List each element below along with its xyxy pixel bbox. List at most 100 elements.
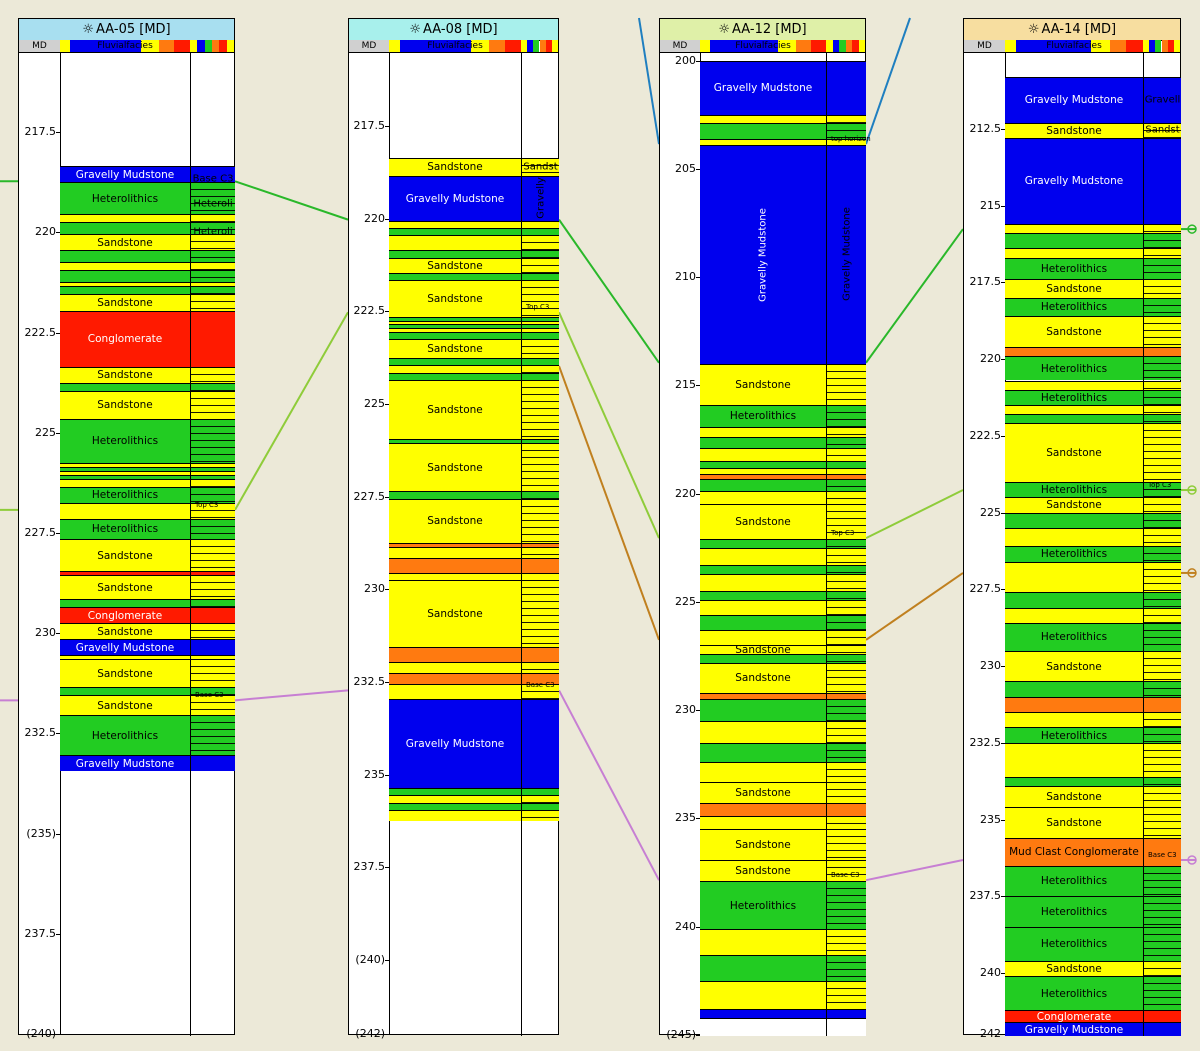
- facies-band-het[interactable]: Heterolithics: [1005, 927, 1143, 961]
- facies-band-het[interactable]: [389, 802, 521, 810]
- facies-band-sand[interactable]: [389, 683, 521, 699]
- facies-band-het[interactable]: [700, 539, 826, 548]
- facies-band-het[interactable]: [700, 742, 826, 763]
- facies-band-het[interactable]: [700, 699, 826, 721]
- facies-band-sand[interactable]: Sandstone: [700, 504, 826, 540]
- facies-band-orange[interactable]: [389, 646, 521, 662]
- well-header[interactable]: ☼ AA-12 [MD]: [660, 19, 865, 41]
- facies-band-het[interactable]: Heterolithics: [1005, 297, 1143, 317]
- facies-band-sand[interactable]: [700, 928, 826, 955]
- facies-band-sand[interactable]: Sandstone: [60, 390, 190, 419]
- facies-band-sand[interactable]: Sandstone: [1005, 423, 1143, 482]
- facies-band-het[interactable]: Heterolithics: [700, 881, 826, 929]
- facies-band-het[interactable]: Heterolithics: [700, 404, 826, 427]
- facies-band-orange[interactable]: [389, 672, 521, 684]
- facies-band-het[interactable]: Heterolithics: [1005, 389, 1143, 406]
- facies-band-het[interactable]: [60, 286, 190, 295]
- facies-band-sand[interactable]: Sandstone: [1005, 807, 1143, 838]
- facies-band-het[interactable]: [389, 331, 521, 340]
- facies-band-sand[interactable]: Sandstone: [389, 279, 521, 317]
- facies-band-sand[interactable]: Sandstone: [700, 829, 826, 860]
- facies-band-het[interactable]: [1005, 776, 1143, 786]
- facies-band-sand[interactable]: [700, 816, 826, 830]
- facies-band-het[interactable]: [389, 491, 521, 499]
- facies-band-sand[interactable]: Sandstone: [700, 644, 826, 656]
- horizon-correlation-line[interactable]: [234, 311, 349, 511]
- facies-band-sand[interactable]: [700, 491, 826, 505]
- facies-band-sand[interactable]: Sandstone: [60, 695, 190, 716]
- facies-band-het[interactable]: Heterolithics: [60, 715, 190, 756]
- facies-band-het[interactable]: [60, 687, 190, 696]
- facies-band-mud[interactable]: Gravelly Mudstone: [389, 698, 521, 788]
- facies-band-het[interactable]: [60, 270, 190, 283]
- facies-band-het[interactable]: Heterolithics: [1005, 257, 1143, 280]
- facies-band-het[interactable]: Heterolithics: [60, 182, 190, 215]
- horizon-correlation-line[interactable]: [558, 689, 660, 881]
- facies-band-sand[interactable]: Sandstone: [389, 443, 521, 492]
- facies-band-sand[interactable]: Sandstone: [60, 623, 190, 640]
- horizon-correlation-line[interactable]: [865, 572, 964, 641]
- well-panel-aa-12[interactable]: ☼ AA-12 [MD] MD Fluvialfacies 200 205 210 215…: [659, 18, 866, 1041]
- facies-band-sand[interactable]: Sandstone: [1005, 279, 1143, 298]
- facies-band-het[interactable]: [1005, 233, 1143, 249]
- facies-detail-track[interactable]: Sandst Gravelly: [521, 52, 559, 1036]
- facies-track[interactable]: Gravelly Mudstone Heterolithics Sandstone S…: [60, 52, 190, 1036]
- facies-band-sand[interactable]: [1005, 527, 1143, 547]
- well-panel-aa-05[interactable]: ☼ AA-05 [MD] MD Fluvialfacies 217.5 220 222.…: [18, 18, 235, 1040]
- horizon-correlation-line[interactable]: [234, 689, 349, 702]
- facies-band-sand[interactable]: [389, 661, 521, 673]
- facies-band-het[interactable]: Heterolithics: [1005, 546, 1143, 562]
- facies-band-sand[interactable]: Sandstone: [60, 234, 190, 251]
- horizon-correlation-line[interactable]: [865, 859, 964, 882]
- facies-band-het[interactable]: [389, 357, 521, 366]
- facies-band-sand[interactable]: Sandstone: [1005, 785, 1143, 808]
- facies-band-het[interactable]: [60, 250, 190, 263]
- horizon-correlation-line[interactable]: [234, 180, 349, 221]
- well-panel-aa-14[interactable]: ☼ AA-14 [MD] MD Fluvialfacies 212.5 215 217.…: [963, 18, 1181, 1040]
- facies-band-het[interactable]: [389, 272, 521, 280]
- facies-band-sand[interactable]: [700, 467, 826, 475]
- facies-band-sand[interactable]: [389, 809, 521, 822]
- facies-band-sand[interactable]: Sandstone: [700, 781, 826, 804]
- facies-band-het[interactable]: [700, 123, 826, 139]
- facies-band-het[interactable]: [1005, 592, 1143, 608]
- facies-band-sand[interactable]: Sandstone: [700, 363, 826, 405]
- facies-band-het[interactable]: [1005, 512, 1143, 528]
- facies-band-sand[interactable]: [700, 426, 826, 438]
- facies-band-mud[interactable]: Gravelly Mudstone: [1005, 76, 1143, 123]
- facies-band-sand[interactable]: Sandstone: [60, 659, 190, 688]
- facies-band-het[interactable]: Heterolithics: [1005, 481, 1143, 498]
- facies-band-het[interactable]: [700, 591, 826, 600]
- facies-band-mud[interactable]: Gravelly Mudstone: [60, 639, 190, 656]
- facies-band-sand[interactable]: Sandstone: [389, 339, 521, 358]
- facies-track[interactable]: Gravelly Mudstone Gravelly Mudstone Sandst…: [700, 52, 826, 1036]
- facies-band-cong[interactable]: Conglomerate: [1005, 1009, 1143, 1023]
- well-header[interactable]: ☼ AA-14 [MD]: [964, 19, 1180, 41]
- facies-band-het[interactable]: Heterolithics: [1005, 976, 1143, 1010]
- facies-band-het[interactable]: [1005, 681, 1143, 697]
- well-header[interactable]: ☼ AA-05 [MD]: [19, 19, 234, 41]
- facies-band-sand[interactable]: [60, 262, 190, 271]
- facies-band-het[interactable]: [700, 954, 826, 981]
- facies-band-het[interactable]: [389, 787, 521, 796]
- facies-band-sand[interactable]: Sandstone: [389, 257, 521, 273]
- facies-band-cong[interactable]: Conglomerate: [60, 607, 190, 624]
- facies-band-sand[interactable]: Sandstone: [60, 575, 190, 600]
- facies-band-mud[interactable]: Gravelly Mudstone: [1005, 1022, 1143, 1036]
- facies-band-mud[interactable]: Gravelly Mudstone: [60, 755, 190, 772]
- facies-band-sand[interactable]: [700, 630, 826, 646]
- facies-band-mud[interactable]: [700, 1008, 826, 1018]
- facies-band-sand[interactable]: [700, 762, 826, 782]
- facies-band-het[interactable]: Heterolithics: [60, 518, 190, 539]
- facies-band-sand[interactable]: [60, 478, 190, 487]
- facies-band-sand[interactable]: Sandstone: [389, 498, 521, 544]
- facies-band-sand[interactable]: Sandstone: [389, 157, 521, 177]
- facies-band-sand[interactable]: Sandstone: [60, 294, 190, 311]
- facies-detail-track[interactable]: Gravelly Mudstone: [826, 52, 866, 1036]
- facies-detail-track[interactable]: Gravell Sandst: [1143, 52, 1181, 1036]
- facies-band-sand[interactable]: [60, 214, 190, 223]
- facies-band-sand[interactable]: Sandstone: [1005, 650, 1143, 682]
- horizon-correlation-line[interactable]: [865, 228, 964, 364]
- facies-detail-track[interactable]: Base C3 Heteroli Heteroli: [190, 52, 235, 1036]
- facies-band-het[interactable]: [700, 437, 826, 449]
